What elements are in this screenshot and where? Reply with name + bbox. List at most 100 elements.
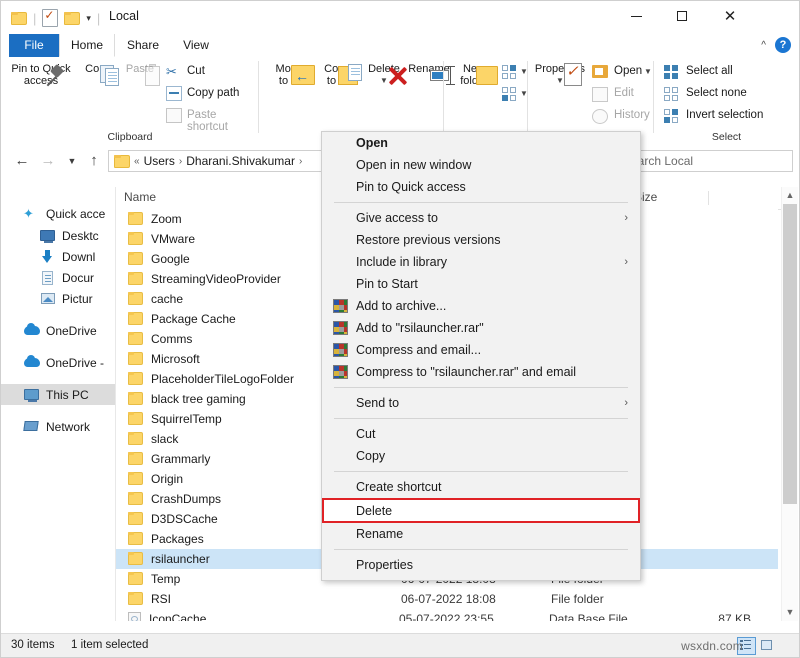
tab-view[interactable]: View [171,34,221,57]
context-menu-item-copy[interactable]: Copy [322,445,640,467]
up-button[interactable]: ↑ [83,151,105,171]
move-to-button[interactable]: ← Move to ▼ [265,63,315,88]
edit-button[interactable]: Edit [614,87,634,99]
folder-icon[interactable] [11,11,27,25]
copy-path-button[interactable]: Copy path [187,87,239,99]
sidebar-item-desktop[interactable]: Desktc [1,225,115,246]
scrollbar-thumb[interactable] [783,204,797,504]
table-row[interactable]: RSI 06-07-2022 18:08 File folder [116,589,778,609]
close-icon: ✕ [723,6,737,25]
column-header-name[interactable]: Name [124,190,156,204]
watermark: wsxdn.com [681,639,743,653]
new-folder-button[interactable]: New folder [450,63,498,87]
sidebar-item-label: Network [46,419,91,434]
history-button[interactable]: History [614,109,650,121]
context-menu-item-restore-previous-versions[interactable]: Restore previous versions [322,229,640,251]
properties-button[interactable]: ✓ Properties ▼ [530,63,590,87]
context-menu-label: Add to archive... [356,299,447,313]
sidebar-item-pictures[interactable]: Pictur [1,288,115,309]
new-item-icon[interactable] [502,65,517,80]
paste-button[interactable]: Paste [119,63,161,86]
context-menu-item-open-in-new-window[interactable]: Open in new window [322,154,640,176]
context-menu-item-create-shortcut[interactable]: Create shortcut [322,476,640,498]
ribbon-tab-bar: File Home Share View [1,34,799,58]
scroll-down-icon[interactable]: ▼ [782,604,798,621]
back-button[interactable]: ← [11,151,33,171]
checklist-icon[interactable] [42,8,59,27]
pin-label-line2: access [23,75,59,87]
context-menu-item-send-to[interactable]: Send to › [322,392,640,414]
paste-shortcut-button[interactable]: Paste shortcut [187,109,259,133]
tab-file[interactable]: File [9,34,59,57]
tab-share[interactable]: Share [117,34,169,57]
sidebar-item-label: Downl [62,249,96,264]
tab-home[interactable]: Home [59,34,115,57]
title-bar: | ▾ | Local ✕ [1,1,799,34]
sidebar-item-quick-access[interactable]: ✦ Quick acce [1,203,115,224]
chevron-down-icon[interactable]: ▾ [86,13,91,24]
file-size: 87 KB [718,612,751,621]
paste-shortcut-icon [166,108,182,123]
sidebar-item-documents[interactable]: Docur [1,267,115,288]
open-button[interactable]: Open [614,65,642,77]
pin-to-quick-access-button[interactable]: Pin to Quick access [7,63,75,87]
invert-selection-button[interactable]: Invert selection [686,109,763,121]
sidebar-item-onedrive[interactable]: OneDrive [1,320,115,341]
context-menu-item-add-to-archive[interactable]: Add to archive... [322,295,640,317]
context-menu-item-compress-to-rar-and-email[interactable]: Compress to "rsilauncher.rar" and email [322,361,640,383]
sidebar-item-network[interactable]: Network [1,416,115,437]
scroll-up-icon[interactable]: ▲ [782,187,798,204]
context-menu-item-give-access-to[interactable]: Give access to › [322,207,640,229]
select-all-button[interactable]: Select all [686,65,733,77]
context-menu-item-cut[interactable]: Cut [322,423,640,445]
winrar-icon [333,365,348,379]
sidebar-item-downloads[interactable]: Downl [1,246,115,267]
context-menu-item-delete[interactable]: Delete [322,498,640,523]
recent-locations-button[interactable]: ▼ [61,151,83,171]
column-divider[interactable] [708,191,709,205]
tiles-view-icon [761,640,772,650]
forward-button[interactable]: → [37,151,59,171]
select-all-icon [664,65,679,80]
breadcrumb-users[interactable]: Users [144,154,175,168]
collapse-ribbon-icon[interactable]: ^ [761,40,766,51]
help-icon[interactable]: ? [775,37,791,53]
file-date: 05-07-2022 23:55 [399,612,494,621]
context-menu-item-add-to-rar[interactable]: Add to "rsilauncher.rar" [322,317,640,339]
maximize-button[interactable] [659,1,705,31]
context-menu: Open Open in new window Pin to Quick acc… [321,131,641,581]
sidebar-item-this-pc[interactable]: This PC [1,384,115,405]
table-row[interactable]: IconCache 05-07-2022 23:55 Data Base File 8… [116,609,778,621]
tiles-view-button[interactable] [758,637,777,655]
context-menu-item-pin-to-quick-access[interactable]: Pin to Quick access [322,176,640,198]
sidebar-item-label: OneDrive [46,323,97,338]
context-menu-item-rename[interactable]: Rename [322,523,640,545]
minimize-button[interactable] [613,1,659,31]
context-menu-item-include-in-library[interactable]: Include in library › [322,251,640,273]
folder-icon [128,512,144,526]
folder-icon [128,292,144,306]
vertical-scrollbar[interactable]: ▲ ▼ [781,187,798,621]
delete-button[interactable]: Delete ▼ [361,63,407,87]
context-menu-separator [334,387,628,388]
chevron-right-icon: › [624,212,628,224]
context-menu-item-pin-to-start[interactable]: Pin to Start [322,273,640,295]
breadcrumb-user-folder[interactable]: Dharani.Shivakumar [186,154,295,168]
copy-to-button[interactable]: Copy to ▼ [313,63,362,88]
context-menu-item-properties[interactable]: Properties [322,554,640,576]
search-input[interactable]: Search Local [615,150,793,172]
context-menu-item-open[interactable]: Open [322,132,640,154]
folder-icon [128,372,144,386]
sidebar-item-onedrive-business[interactable]: OneDrive - [1,352,115,373]
folder-icon [128,312,144,326]
chevron-down-icon[interactable]: ▼ [644,67,652,76]
context-menu-label: Compress and email... [356,343,482,357]
easy-access-icon[interactable] [502,87,517,102]
open-icon [592,65,608,78]
close-button[interactable]: ✕ [707,1,753,31]
copy-button[interactable]: Copy [77,63,119,86]
folder-icon[interactable] [64,11,81,25]
cut-button[interactable]: Cut [187,65,205,77]
select-none-button[interactable]: Select none [686,87,747,99]
context-menu-item-compress-and-email[interactable]: Compress and email... [322,339,640,361]
